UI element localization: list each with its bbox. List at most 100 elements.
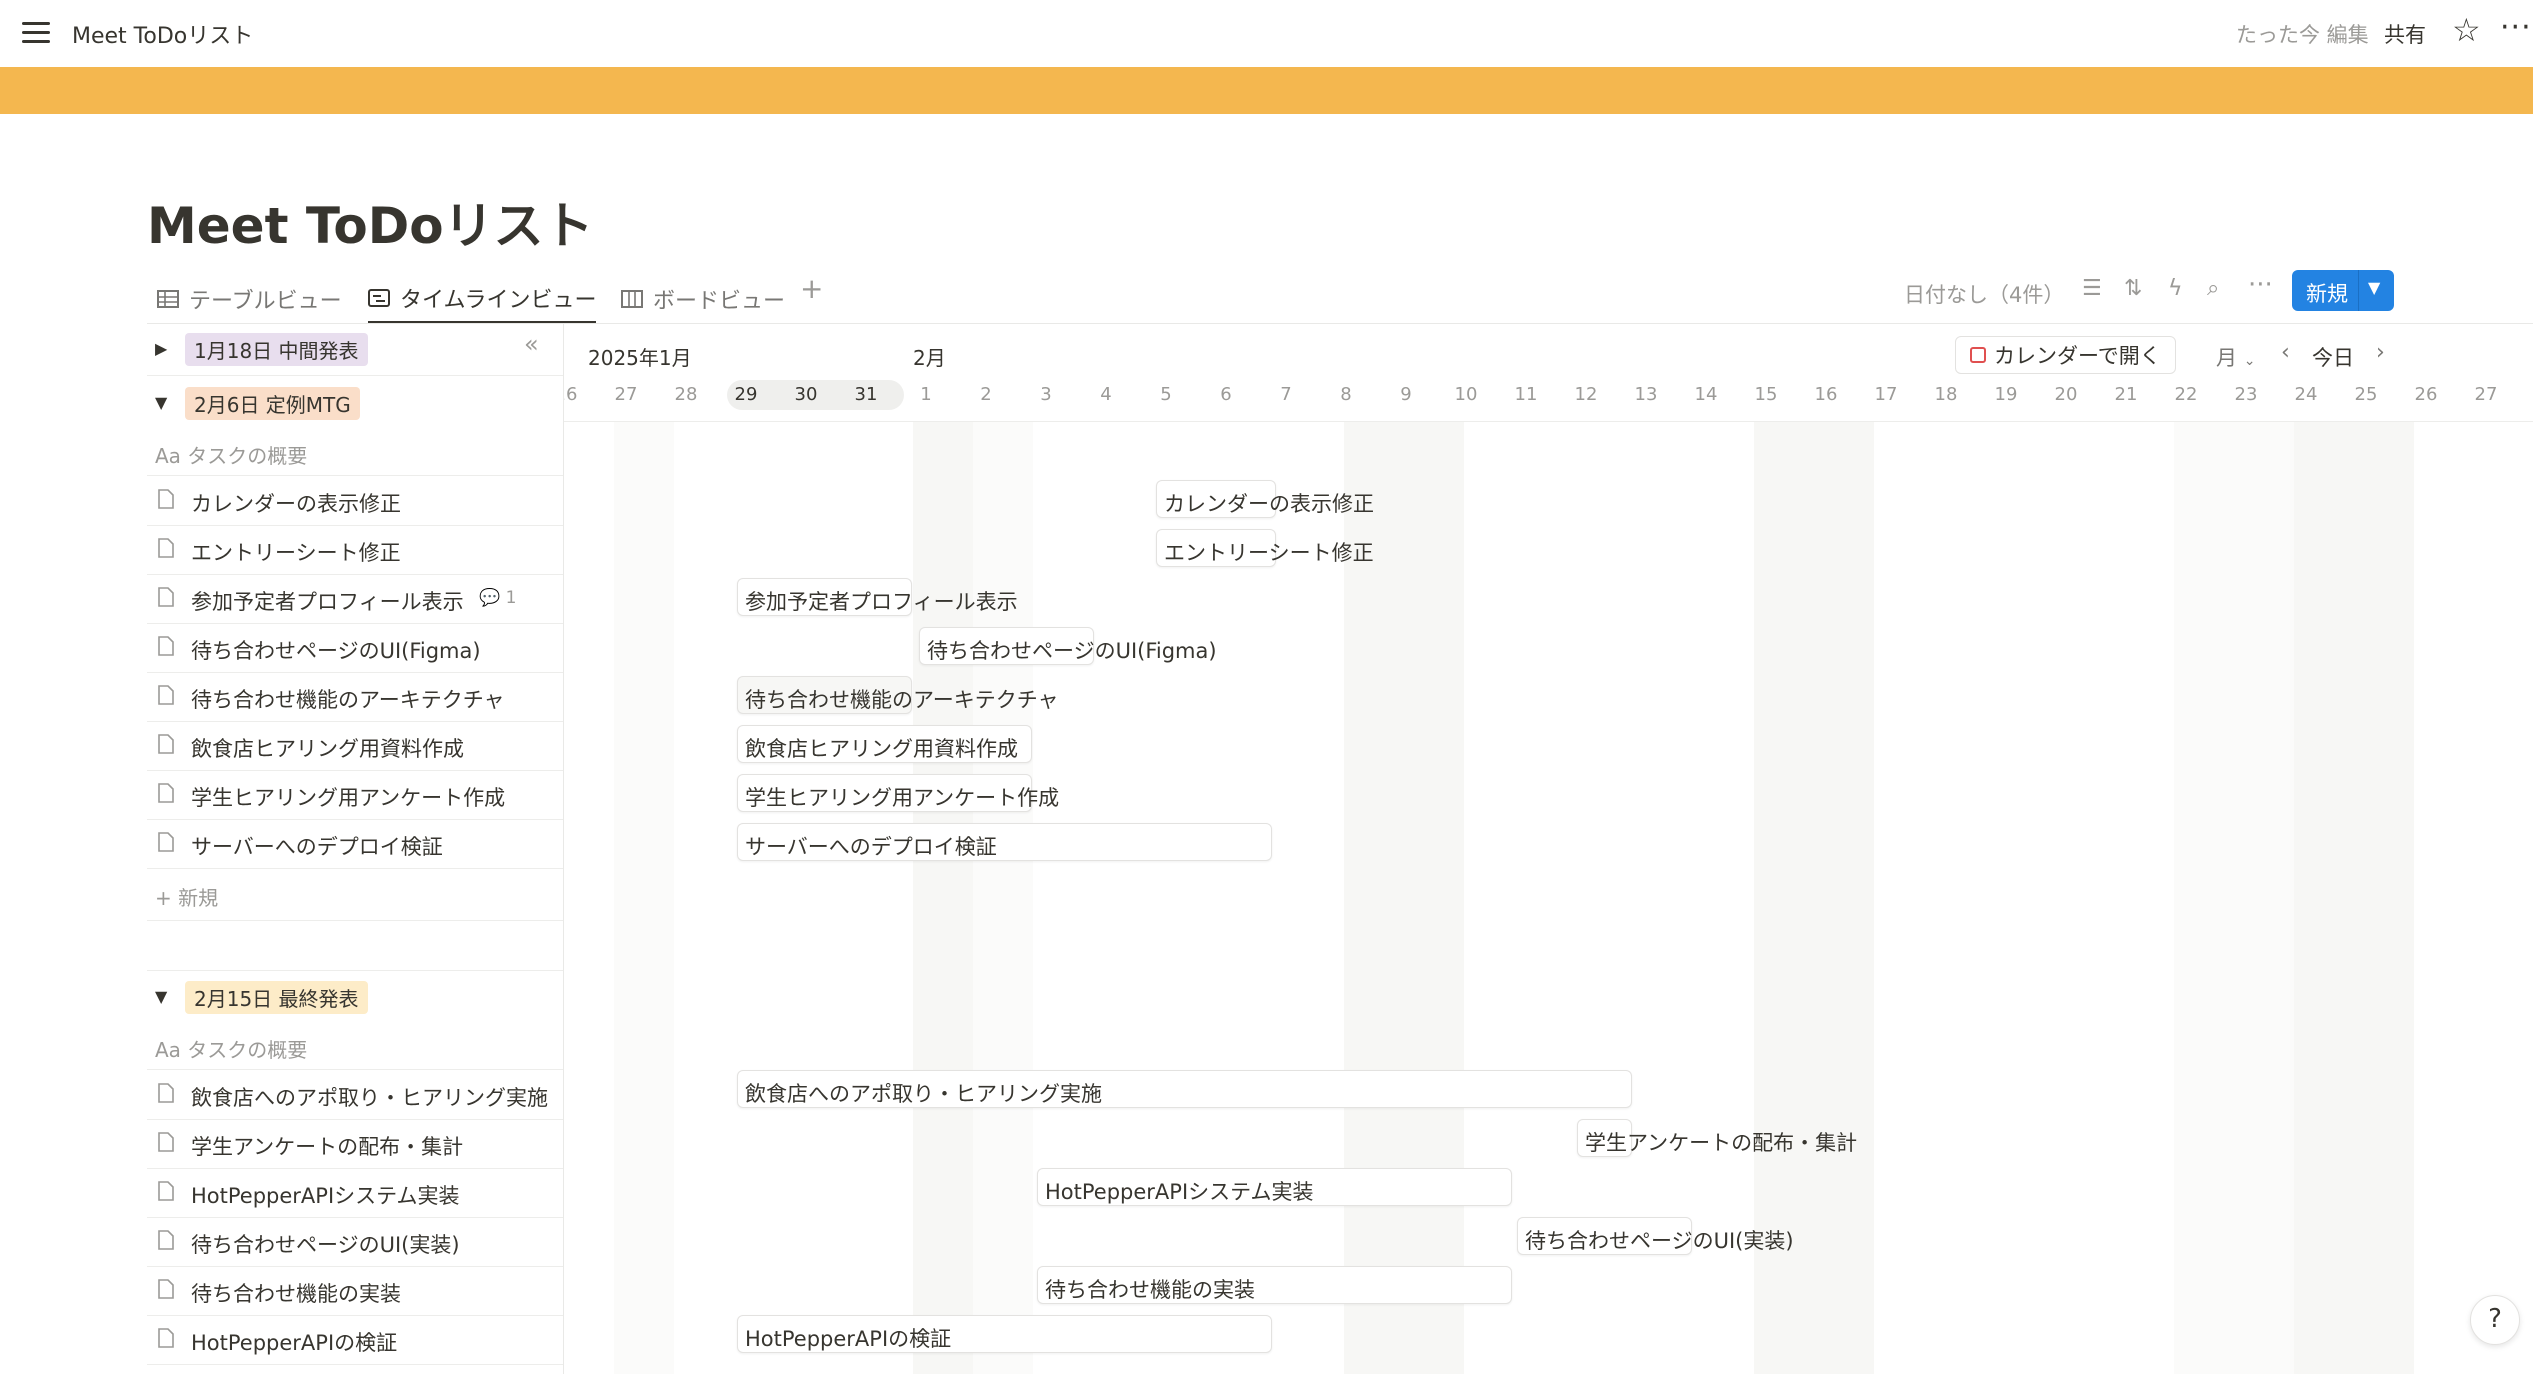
- row-title[interactable]: カレンダーの表示修正: [191, 488, 401, 518]
- day-label: 30: [794, 384, 818, 405]
- bar-title[interactable]: 待ち合わせページのUI(実装): [1525, 1225, 1794, 1255]
- expand-icon[interactable]: ▶: [155, 339, 167, 358]
- day-label: 18: [1934, 384, 1958, 405]
- day-label: 24: [2294, 384, 2318, 405]
- today-button[interactable]: 今日: [2312, 342, 2354, 372]
- bar-title[interactable]: 参加予定者プロフィール表示: [745, 586, 1018, 616]
- new-button[interactable]: 新規 ▼: [2292, 270, 2394, 311]
- row-title[interactable]: 待ち合わせページのUI(Figma): [191, 635, 481, 665]
- open-calendar-button[interactable]: カレンダーで開く: [1955, 336, 2176, 374]
- table-row[interactable]: 参加予定者プロフィール表示 💬 1: [147, 574, 563, 624]
- timeline-area[interactable]: 2025年1月 2月 カレンダーで開く 月 ⌄ ‹ 今日 › 262728293…: [564, 324, 2533, 1374]
- star-icon[interactable]: ☆: [2452, 14, 2481, 46]
- table-row[interactable]: 待ち合わせ機能のアーキテクチャ: [147, 672, 563, 722]
- bar-title[interactable]: 飲食店ヒアリング用資料作成: [745, 733, 1018, 763]
- group-tag: 2月15日 最終発表: [185, 981, 368, 1014]
- day-label: 7: [1280, 384, 1292, 405]
- help-button[interactable]: ?: [2470, 1295, 2520, 1345]
- day-label: 16: [1814, 384, 1838, 405]
- help-icon: ?: [2488, 1304, 2502, 1334]
- bar-title[interactable]: サーバーへのデプロイ検証: [745, 831, 997, 861]
- menu-icon[interactable]: [22, 22, 50, 44]
- row-title[interactable]: 参加予定者プロフィール表示: [191, 586, 464, 616]
- group-header-final[interactable]: ▼ 2月15日 最終発表: [147, 977, 564, 1017]
- row-title[interactable]: 学生ヒアリング用アンケート作成: [191, 782, 505, 812]
- chevron-down-icon[interactable]: ▼: [2368, 278, 2380, 297]
- row-title[interactable]: 待ち合わせページのUI(実装): [191, 1229, 460, 1259]
- tab-table-view[interactable]: テーブルビュー: [157, 275, 342, 323]
- table-row[interactable]: 飲食店へのアポ取り・ヒアリング実施: [147, 1070, 563, 1120]
- table-row[interactable]: HotPepperAPIの検証: [147, 1315, 563, 1365]
- table-row[interactable]: HotPepperAPIシステム実装: [147, 1168, 563, 1218]
- table-row[interactable]: 待ち合わせページのUI(Figma): [147, 623, 563, 673]
- bar-title[interactable]: カレンダーの表示修正: [1164, 488, 1374, 518]
- add-row-button[interactable]: + 新規: [155, 882, 218, 911]
- table-row[interactable]: 学生ヒアリング用アンケート作成: [147, 770, 563, 820]
- row-title[interactable]: HotPepperAPIの検証: [191, 1327, 397, 1357]
- next-icon[interactable]: ›: [2376, 340, 2385, 365]
- row-title[interactable]: 待ち合わせ機能のアーキテクチャ: [191, 684, 505, 714]
- bar-title[interactable]: HotPepperAPIシステム実装: [1045, 1176, 1314, 1206]
- page-title[interactable]: Meet ToDoリスト: [147, 186, 594, 258]
- new-button-divider: [2358, 270, 2359, 311]
- tab-label: タイムラインビュー: [400, 288, 597, 313]
- share-button[interactable]: 共有: [2384, 19, 2426, 49]
- row-title[interactable]: エントリーシート修正: [191, 537, 401, 567]
- automation-icon[interactable]: ϟ: [2168, 278, 2183, 300]
- scale-select[interactable]: 月 ⌄: [2216, 342, 2255, 372]
- row-title[interactable]: 飲食店へのアポ取り・ヒアリング実施: [191, 1082, 548, 1112]
- bar-title[interactable]: 学生アンケートの配布・集計: [1585, 1127, 1857, 1157]
- bar-title[interactable]: 飲食店へのアポ取り・ヒアリング実施: [745, 1078, 1102, 1108]
- table-row[interactable]: 待ち合わせページのUI(実装): [147, 1217, 563, 1267]
- bar-title[interactable]: 学生ヒアリング用アンケート作成: [745, 782, 1059, 812]
- tab-timeline-view[interactable]: タイムラインビュー: [368, 275, 597, 324]
- row-title[interactable]: 待ち合わせ機能の実装: [191, 1278, 401, 1308]
- day-label: 31: [854, 384, 878, 405]
- no-date-button[interactable]: 日付なし（4件）: [1904, 279, 2064, 309]
- row-title[interactable]: サーバーへのデプロイ検証: [191, 831, 443, 861]
- collapse-icon[interactable]: ▼: [155, 393, 167, 412]
- row-title[interactable]: 飲食店ヒアリング用資料作成: [191, 733, 464, 763]
- table-row[interactable]: 飲食店ヒアリング用資料作成: [147, 721, 563, 771]
- row-divider: [147, 375, 563, 376]
- tab-board-view[interactable]: ボードビュー: [621, 275, 785, 323]
- weekend-column: [2174, 422, 2294, 1374]
- filter-icon[interactable]: ☰: [2082, 278, 2102, 300]
- table-row[interactable]: 待ち合わせ機能の実装: [147, 1266, 563, 1316]
- add-view-button[interactable]: +: [800, 272, 823, 305]
- column-header: Aa タスクの概要: [155, 444, 308, 468]
- day-label: 27: [614, 384, 638, 405]
- timeline-header-divider: [564, 421, 2533, 422]
- table-row[interactable]: カレンダーの表示修正: [147, 476, 563, 526]
- table-row[interactable]: エントリーシート修正: [147, 525, 563, 575]
- group-header-midterm[interactable]: ▶ 1月18日 中間発表: [147, 329, 564, 369]
- search-icon[interactable]: ⌕: [2207, 278, 2219, 300]
- table-row[interactable]: 学生アンケートの配布・集計: [147, 1119, 563, 1169]
- comment-count[interactable]: 💬 1: [479, 588, 516, 608]
- day-label: 21: [2114, 384, 2138, 405]
- day-label: 26: [564, 384, 578, 405]
- bar-title[interactable]: 待ち合わせページのUI(Figma): [927, 635, 1217, 665]
- bar-title[interactable]: 待ち合わせ機能の実装: [1045, 1274, 1255, 1304]
- sort-icon[interactable]: ⇅: [2124, 278, 2142, 300]
- more-icon[interactable]: ···: [2500, 10, 2532, 45]
- bar-title[interactable]: HotPepperAPIの検証: [745, 1323, 951, 1353]
- weekend-column: [2294, 422, 2414, 1374]
- collapse-icon[interactable]: ▼: [155, 987, 167, 1006]
- group-header-regular-mtg[interactable]: ▼ 2月6日 定例MTG: [147, 383, 564, 423]
- more-options-icon[interactable]: ···: [2248, 272, 2273, 298]
- weekend-column: [614, 422, 674, 1374]
- table-row[interactable]: サーバーへのデプロイ検証: [147, 819, 563, 869]
- day-label: 27: [2474, 384, 2498, 405]
- day-label: 22: [2174, 384, 2198, 405]
- day-label: 28: [674, 384, 698, 405]
- bar-title[interactable]: エントリーシート修正: [1164, 537, 1374, 567]
- page-icon: [158, 636, 174, 656]
- row-title[interactable]: 学生アンケートの配布・集計: [191, 1131, 463, 1161]
- page-icon: [158, 685, 174, 705]
- row-title[interactable]: HotPepperAPIシステム実装: [191, 1180, 460, 1210]
- prev-icon[interactable]: ‹: [2281, 340, 2290, 365]
- bar-title[interactable]: 待ち合わせ機能のアーキテクチャ: [745, 684, 1059, 714]
- breadcrumb-page[interactable]: Meet ToDoリスト: [72, 18, 253, 50]
- comment-icon: 💬: [479, 588, 501, 608]
